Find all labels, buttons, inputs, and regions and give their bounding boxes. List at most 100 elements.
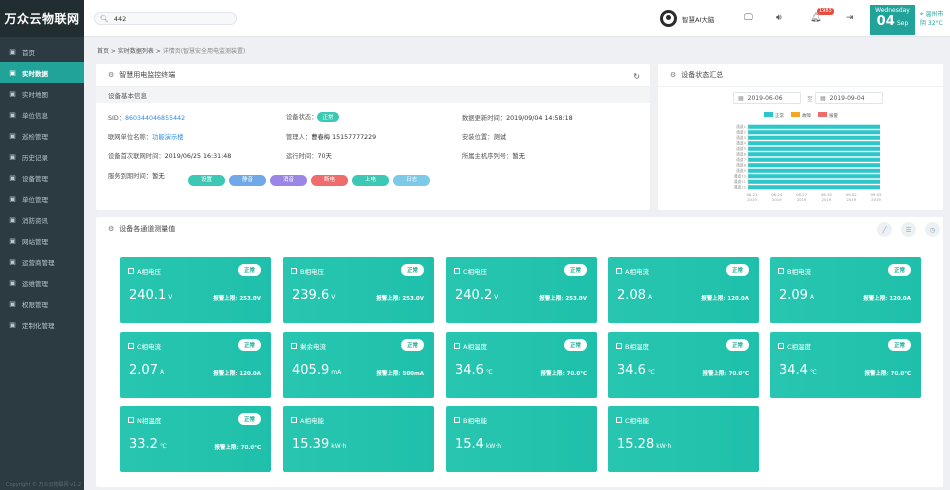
channel-card[interactable]: A相电流 正常 2.08 A 报警上限: 120.0A	[608, 257, 759, 323]
channel-card[interactable]: B相电压 正常 239.6 V 报警上限: 253.0V	[283, 257, 434, 323]
sidebar-item-5[interactable]: ▣ 历史记录	[0, 146, 84, 167]
top-bar: 🔍︎ 智慧AI大脑 🖵︎ 🔊︎ 🔔︎ 1983 ⇥ Wednesday 04 S…	[84, 0, 950, 37]
card-value: 34.4	[779, 363, 808, 378]
bar-正常	[748, 179, 880, 184]
card-value-wrap: 34.6 ℃	[617, 363, 655, 378]
legend-swatch[interactable]	[818, 112, 827, 117]
expire-value: 暂无	[152, 173, 165, 180]
bar-正常	[748, 141, 880, 146]
y-tick-label: 通道9	[736, 168, 747, 173]
card-limit: 报警上限: 253.0V	[539, 296, 587, 302]
location-label: 安装位置：	[462, 134, 494, 141]
unit-value[interactable]: 功能演示楼	[152, 134, 183, 141]
logout-icon[interactable]: ⇥	[846, 13, 854, 23]
user-name: 智慧AI大脑	[682, 15, 715, 24]
sidebar-item-8[interactable]: ▣ 消防资讯	[0, 209, 84, 230]
breadcrumb-home[interactable]: 首页	[97, 48, 109, 55]
card-limit: 报警上限: 120.0A	[213, 371, 261, 377]
channel-card[interactable]: N相温度 正常 33.2 ℃ 报警上限: 70.0°C	[120, 406, 271, 472]
breadcrumb-list[interactable]: 实时数据列表	[118, 48, 154, 55]
legend-label: 正常	[775, 112, 784, 119]
user-menu[interactable]: 智慧AI大脑	[660, 10, 714, 27]
card-name: C相电能	[625, 417, 650, 425]
sid-value[interactable]: 860344046855442	[125, 115, 185, 122]
sidebar-item-10[interactable]: ▣ 运营商管理	[0, 251, 84, 272]
channel-card[interactable]: A相温度 正常 34.6 ℃ 报警上限: 70.0°C	[446, 332, 597, 398]
status-chart: 正常 故障 报警通道1通道2通道3通道4通道5通道6通道7通道8通道9通道10通道1…	[734, 112, 882, 202]
document-icon[interactable]: ☰	[901, 222, 916, 237]
sidebar-item-12[interactable]: ▣ 权限管理	[0, 293, 84, 314]
refresh-icon[interactable]: ↻	[633, 72, 640, 81]
date-to-input[interactable]: ▦ 2019-09-04	[815, 92, 883, 104]
channel-card[interactable]: 剩余电流 正常 405.9 mA 报警上限: 500mA	[283, 332, 434, 398]
card-status-badge: 正常	[400, 339, 424, 351]
card-title: B相电流	[778, 266, 811, 276]
legend-swatch[interactable]	[764, 112, 773, 117]
card-status-badge: 正常	[237, 413, 261, 425]
channel-card[interactable]: B相电流 正常 2.09 A 报警上限: 120.0A	[770, 257, 921, 323]
card-limit: 报警上限: 500mA	[376, 371, 424, 377]
channel-card[interactable]: C相电压 正常 240.2 V 报警上限: 253.0V	[446, 257, 597, 323]
building-icon: ▣	[9, 110, 16, 119]
sidebar-item-2[interactable]: ▣ 实时地图	[0, 83, 84, 104]
chart-icon	[778, 343, 784, 349]
update-label: 数据更新时间：	[462, 115, 507, 122]
gear-icon: ⚙	[108, 224, 115, 233]
bar-正常	[748, 124, 880, 129]
action-button-3[interactable]: 断电	[311, 175, 348, 186]
sidebar-item-11[interactable]: ▣ 运维管理	[0, 272, 84, 293]
sidebar-nav: ▣ 首页 ▣ 实时数据 ▣ 实时地图 ▣ 单位信息 ▣ 巡检管理 ▣ 历史记录 ▣ 设备管理 ▣ 单位管理 ▣ 消…	[0, 41, 84, 335]
weather-text: 阴 32°C	[920, 20, 943, 27]
action-button-4[interactable]: 上电	[352, 175, 389, 186]
search-input[interactable]	[113, 14, 234, 23]
date-from-input[interactable]: ▦ 2019-06-06	[733, 92, 801, 104]
clock-icon[interactable]: ◷	[925, 222, 940, 237]
card-status-badge: 正常	[725, 339, 749, 351]
sidebar-item-9[interactable]: ▣ 网站管理	[0, 230, 84, 251]
channel-card[interactable]: C相电能 15.28 kW·h	[608, 406, 759, 472]
card-limit: 报警上限: 253.0V	[376, 296, 424, 302]
card-unit: ℃	[809, 369, 817, 376]
sidebar-item-13[interactable]: ▣ 定制化管理	[0, 314, 84, 335]
action-button-5[interactable]: 日志	[393, 175, 430, 186]
channel-card[interactable]: A相电压 正常 240.1 V 报警上限: 253.0V	[120, 257, 271, 323]
action-button-0[interactable]: 设置	[188, 175, 225, 186]
sidebar-item-label: 权限管理	[22, 300, 48, 309]
card-name: A相电压	[137, 268, 161, 276]
card-name: C相电流	[137, 343, 162, 351]
sidebar-item-label: 运营商管理	[22, 258, 55, 267]
sidebar-item-0[interactable]: ▣ 首页	[0, 41, 84, 62]
manager-value: 曹春梅 15157777229	[311, 134, 377, 141]
sidebar-item-4[interactable]: ▣ 巡检管理	[0, 125, 84, 146]
channel-panel-header: ⚙ 设备各通道测量值	[96, 217, 943, 240]
sidebar-item-3[interactable]: ▣ 单位信息	[0, 104, 84, 125]
app-logo[interactable]: 万众云物联网	[0, 0, 84, 37]
sidebar-item-1[interactable]: ▣ 实时数据	[0, 62, 84, 83]
channel-card[interactable]: B相温度 正常 34.6 ℃ 报警上限: 70.0°C	[608, 332, 759, 398]
status-label: 设备状态：	[286, 114, 318, 121]
legend-swatch[interactable]	[791, 112, 800, 117]
channel-card[interactable]: A相电能 15.39 kW·h	[283, 406, 434, 472]
card-name: A相电能	[300, 417, 324, 425]
action-button-1[interactable]: 静音	[229, 175, 266, 186]
channel-card[interactable]: B相电能 15.4 kW·h	[446, 406, 597, 472]
sidebar-item-6[interactable]: ▣ 设备管理	[0, 167, 84, 188]
monitor-icon[interactable]: 🖵︎	[744, 13, 753, 23]
line-chart-icon[interactable]: ╱	[877, 222, 892, 237]
action-button-2[interactable]: 消音	[270, 175, 307, 186]
sidebar-item-label: 运维管理	[22, 279, 48, 288]
card-value-wrap: 15.28 kW·h	[617, 437, 671, 452]
channel-card[interactable]: C相温度 正常 34.4 ℃ 报警上限: 70.0°C	[770, 332, 921, 398]
day: 04	[876, 14, 895, 29]
card-name: 剩余电流	[300, 343, 326, 351]
card-title: B相电能	[454, 415, 487, 425]
search-box[interactable]: 🔍︎	[94, 12, 237, 25]
calendar-icon: ▦	[738, 94, 744, 102]
legend-label: 报警	[829, 112, 838, 119]
card-value: 33.2	[129, 437, 158, 452]
chart-icon	[291, 268, 297, 274]
sidebar-item-7[interactable]: ▣ 单位管理	[0, 188, 84, 209]
volume-icon[interactable]: 🔊︎	[776, 13, 782, 23]
channel-card[interactable]: C相电流 正常 2.07 A 报警上限: 120.0A	[120, 332, 271, 398]
card-value: 240.1	[129, 288, 167, 303]
